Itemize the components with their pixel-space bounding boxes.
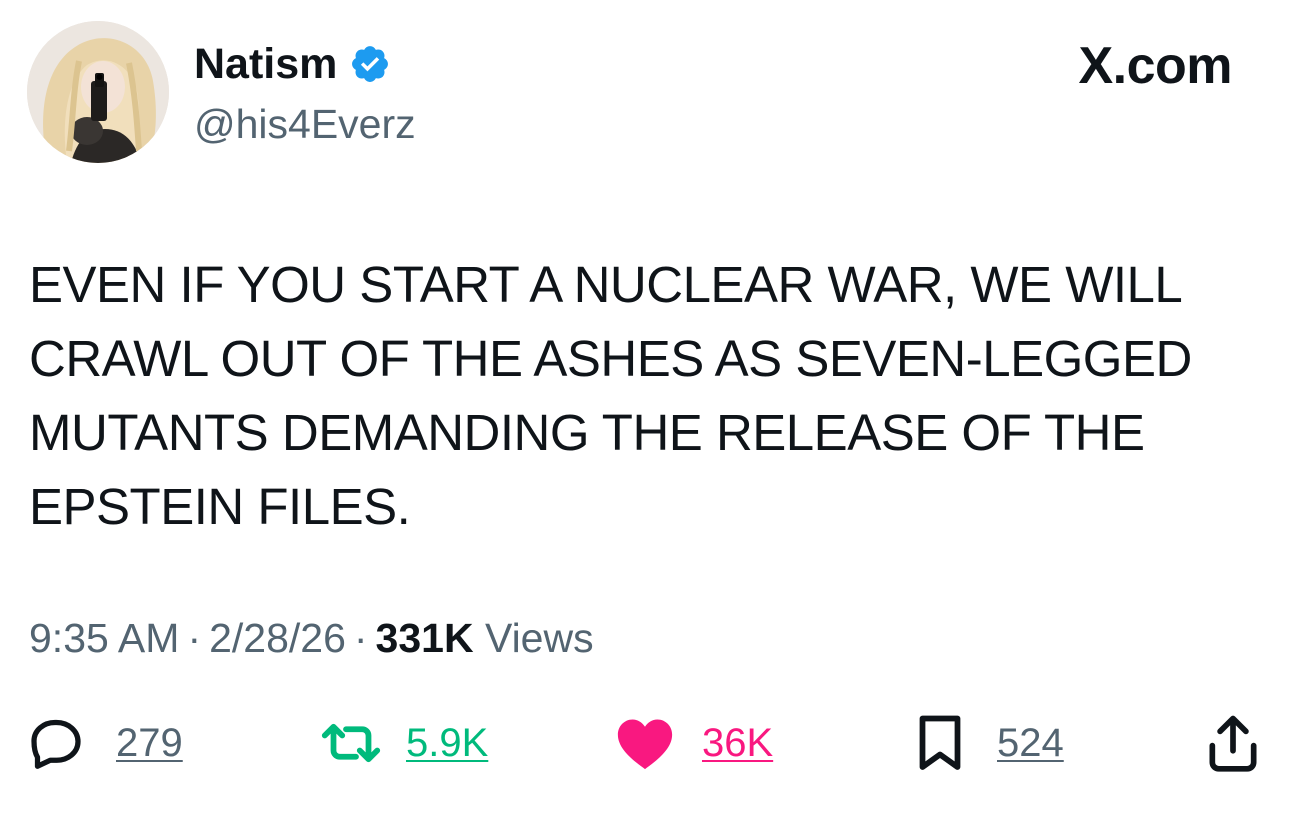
heart-icon [614, 713, 676, 773]
reply-icon [26, 713, 86, 773]
repost-icon [318, 713, 384, 773]
bookmark-icon [915, 712, 965, 774]
views-count: 331K [375, 615, 474, 661]
meta-separator: · [187, 615, 202, 661]
action-bar: 279 5.9K 36K 524 [0, 708, 1290, 778]
tweet-date[interactable]: 2/28/26 [209, 615, 346, 661]
reply-button[interactable]: 279 [26, 708, 183, 778]
views-label: Views [484, 615, 594, 661]
meta-separator: · [353, 615, 368, 661]
share-icon [1204, 712, 1262, 774]
display-name[interactable]: Natism [194, 40, 391, 88]
bookmark-count[interactable]: 524 [997, 720, 1064, 766]
user-handle[interactable]: @his4Everz [194, 101, 416, 147]
like-count[interactable]: 36K [702, 720, 773, 766]
tweet-text: EVEN IF YOU START A NUCLEAR WAR, WE WILL… [29, 256, 1192, 535]
bookmark-button[interactable]: 524 [915, 708, 1064, 778]
tweet-meta: 9:35 AM · 2/28/26 · 331K Views [29, 614, 594, 662]
avatar-image [27, 21, 169, 163]
repost-count[interactable]: 5.9K [406, 720, 488, 766]
tweet-card: Natism @his4Everz X.com EVEN IF YOU STAR… [0, 0, 1290, 828]
like-button[interactable]: 36K [614, 708, 773, 778]
share-button[interactable] [1204, 708, 1262, 778]
display-name-text: Natism [194, 40, 338, 88]
verified-badge-icon [349, 43, 391, 85]
reply-count[interactable]: 279 [116, 720, 183, 766]
avatar[interactable] [27, 21, 169, 163]
repost-button[interactable]: 5.9K [318, 708, 488, 778]
tweet-time[interactable]: 9:35 AM [29, 615, 179, 661]
site-logo: X.com [1078, 37, 1232, 95]
